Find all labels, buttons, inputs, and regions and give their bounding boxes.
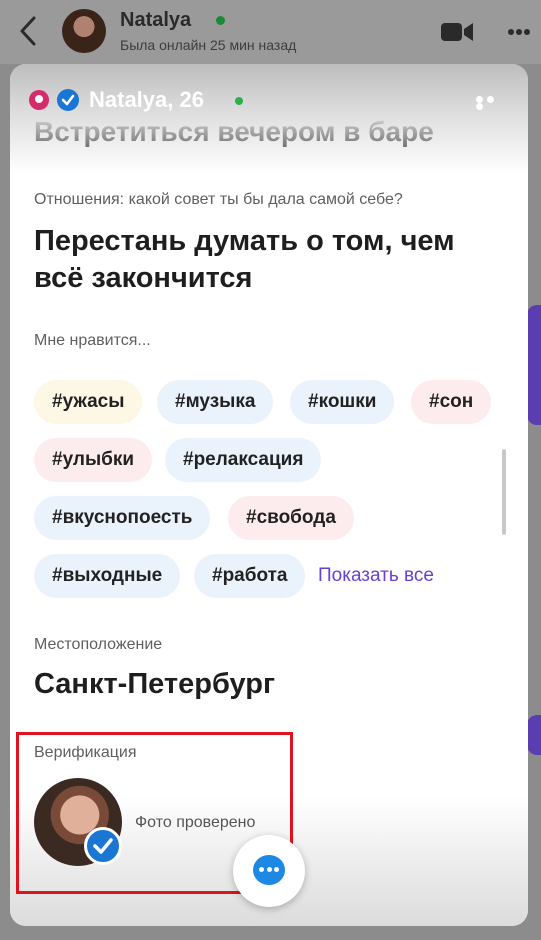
show-all-link[interactable]: Показать все — [318, 554, 434, 598]
interest-tag[interactable]: #улыбки — [34, 438, 153, 482]
interest-tag[interactable]: #свобода — [228, 496, 354, 540]
interest-tag[interactable]: #музыка — [157, 380, 274, 424]
chat-contact-name[interactable]: Natalya — [120, 9, 191, 32]
interest-tag[interactable]: #работа — [194, 554, 306, 598]
profile-sheet-header: Natalya, 26 — [10, 64, 528, 134]
chat-bubble-stub — [527, 715, 541, 755]
interest-tag[interactable]: #вкуснопоесть — [34, 496, 211, 540]
scrollbar[interactable] — [502, 449, 506, 535]
profile-name-age: Natalya, 26 — [89, 87, 204, 112]
more-options-icon[interactable] — [476, 96, 508, 110]
back-arrow-icon[interactable] — [14, 14, 42, 48]
online-indicator — [216, 16, 225, 25]
verified-badge-icon — [57, 89, 79, 111]
answer-relationships: Перестань думать о том, чем всё закончит… — [34, 225, 455, 294]
chat-button[interactable] — [233, 835, 305, 907]
location-label: Местоположение — [34, 636, 163, 653]
online-indicator — [235, 97, 243, 105]
interest-tag[interactable]: #сон — [411, 380, 492, 424]
chat-avatar[interactable] — [62, 9, 106, 53]
chat-bubble-stub — [527, 305, 541, 425]
more-vertical-icon[interactable] — [504, 20, 534, 44]
question-relationships: Отношения: какой совет ты бы дала самой … — [34, 191, 403, 208]
heart-badge-icon — [29, 90, 49, 110]
last-seen-status: Была онлайн 25 мин назад — [120, 37, 297, 53]
interest-tag[interactable]: #релаксация — [165, 438, 322, 482]
interest-tag[interactable]: #кошки — [290, 380, 395, 424]
interest-tag[interactable]: #выходные — [34, 554, 181, 598]
video-camera-icon[interactable] — [440, 20, 474, 44]
chat-header: Natalya Была онлайн 25 мин назад — [0, 0, 541, 64]
location-value: Санкт-Петербург — [34, 668, 276, 700]
likes-label: Мне нравится... — [34, 332, 151, 349]
chat-bubble-icon — [253, 855, 285, 885]
interest-tag[interactable]: #ужасы — [34, 380, 143, 424]
interest-tags: #ужасы #музыка #кошки #сон #улыбки #рела… — [34, 380, 514, 612]
